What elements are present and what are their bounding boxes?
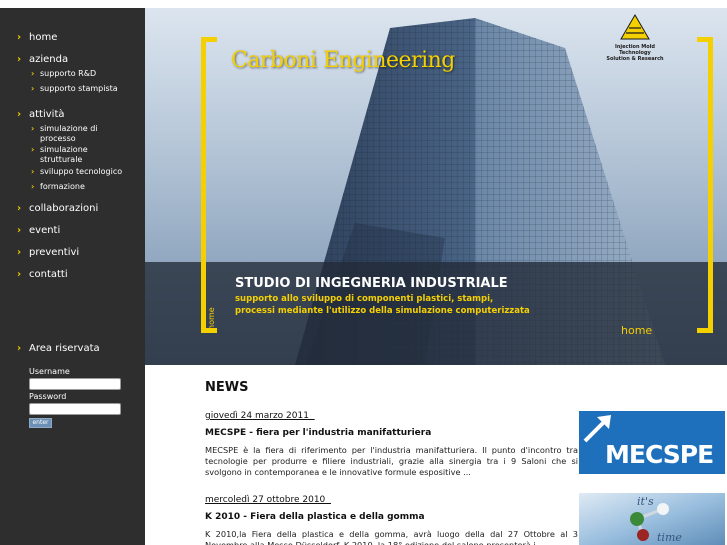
area-riservata-label: Area riservata [29,343,100,354]
nav-contatti[interactable]: › contatti [17,269,68,280]
nav-sviluppo-tecnologico-label: sviluppo tecnologico [40,167,123,176]
nav-supporto-stampista[interactable]: › supporto stampista [31,84,118,94]
nav-attivita[interactable]: › attività [17,109,65,120]
password-input[interactable] [29,403,121,415]
chevron-right-icon: › [31,182,35,191]
news-title[interactable]: MECSPE - fiera per l'industria manifattu… [205,428,431,438]
nav-collaborazioni[interactable]: › collaborazioni [17,203,98,214]
chevron-right-icon: › [31,167,35,176]
nav-azienda-label: azienda [29,54,69,65]
nav-formazione[interactable]: › formazione [31,182,85,192]
nav-supporto-rd[interactable]: › supporto R&D [31,69,96,79]
nav-simulazione-processo-line1: simulazione di [40,124,98,133]
chevron-right-icon: › [17,109,22,120]
hero-vertical-home: home [207,307,216,330]
password-label: Password [29,392,67,401]
chevron-right-icon: › [17,247,22,258]
nav-supporto-rd-label: supporto R&D [40,69,97,78]
triangle-logo-icon [620,14,650,40]
company-logo: Injection Mold Technology Solution & Res… [605,14,665,62]
news-heading: NEWS [205,380,249,395]
nav-sviluppo-tecnologico[interactable]: › sviluppo tecnologico [31,167,122,177]
chevron-right-icon: › [17,269,22,280]
hero-home-link[interactable]: home [621,324,652,337]
right-bracket-decoration [697,37,713,333]
nav-simulazione-processo-line2: processo [40,134,76,143]
nav-simulazione-strutturale-line2: strutturale [40,155,83,164]
nav-supporto-stampista-label: supporto stampista [40,84,118,93]
nav-simulazione-processo[interactable]: › simulazione di processo [31,124,98,144]
hero-subtitle-line2: processi mediante l'utilizzo della simul… [235,306,530,316]
nav-home[interactable]: › home [17,32,57,43]
chevron-right-icon: › [31,84,35,93]
left-bracket-decoration [201,37,217,333]
chevron-right-icon: › [31,124,35,133]
chevron-right-icon: › [17,32,22,43]
molecule-icon [630,503,669,541]
nav-simulazione-strutturale-line1: simulazione [40,145,88,154]
logo-line-3: Solution & Research [606,56,664,62]
nav-preventivi-label: preventivi [29,247,80,258]
news-date[interactable]: giovedì 24 marzo 2011 [205,411,315,421]
news-body: K 2010,la Fiera della plastica e della g… [205,529,578,545]
site-title: Carboni Engineering [231,48,455,73]
news-body: MECSPE è la fiera di riferimento per l'i… [205,445,578,477]
chevron-right-icon: › [31,69,35,78]
hero-heading: STUDIO DI INGEGNERIA INDUSTRIALE [235,276,508,291]
nav-eventi-label: eventi [29,225,61,236]
username-input[interactable] [29,378,121,390]
sidebar: › home › azienda › supporto R&D › supporto s… [0,8,145,545]
enter-button[interactable]: enter [29,418,52,428]
nav-simulazione-strutturale[interactable]: › simulazione strutturale [31,145,88,165]
username-label: Username [29,367,70,376]
nav-formazione-label: formazione [40,182,85,191]
hero-banner: Carboni Engineering Injection Mold Techn… [145,8,727,365]
news-title[interactable]: K 2010 - Fiera della plastica e della go… [205,512,425,522]
mecspe-image[interactable]: MECSPE [579,411,725,474]
page: › home › azienda › supporto R&D › supporto s… [0,0,727,545]
chevron-right-icon: › [17,225,22,236]
area-riservata-heading: › Area riservata [17,343,100,354]
chevron-right-icon: › [17,343,22,354]
nav-collaborazioni-label: collaborazioni [29,203,99,214]
hero-subtitle: supporto allo sviluppo di componenti pla… [235,293,530,317]
nav-preventivi[interactable]: › preventivi [17,247,79,258]
news-date[interactable]: mercoledì 27 ottobre 2010 [205,495,331,505]
chevron-right-icon: › [31,145,35,154]
nav-attivita-label: attività [29,109,65,120]
nav-home-label: home [29,32,58,43]
nav-azienda[interactable]: › azienda [17,54,68,65]
hero-subtitle-line1: supporto allo sviluppo di componenti pla… [235,294,494,304]
chevron-right-icon: › [17,54,22,65]
nav-eventi[interactable]: › eventi [17,225,60,236]
nav-contatti-label: contatti [29,269,68,280]
k2010-text-time: time [657,531,682,544]
mecspe-logo-text: MECSPE [605,440,714,469]
k2010-image[interactable]: it's time [579,493,725,545]
chevron-right-icon: › [17,203,22,214]
